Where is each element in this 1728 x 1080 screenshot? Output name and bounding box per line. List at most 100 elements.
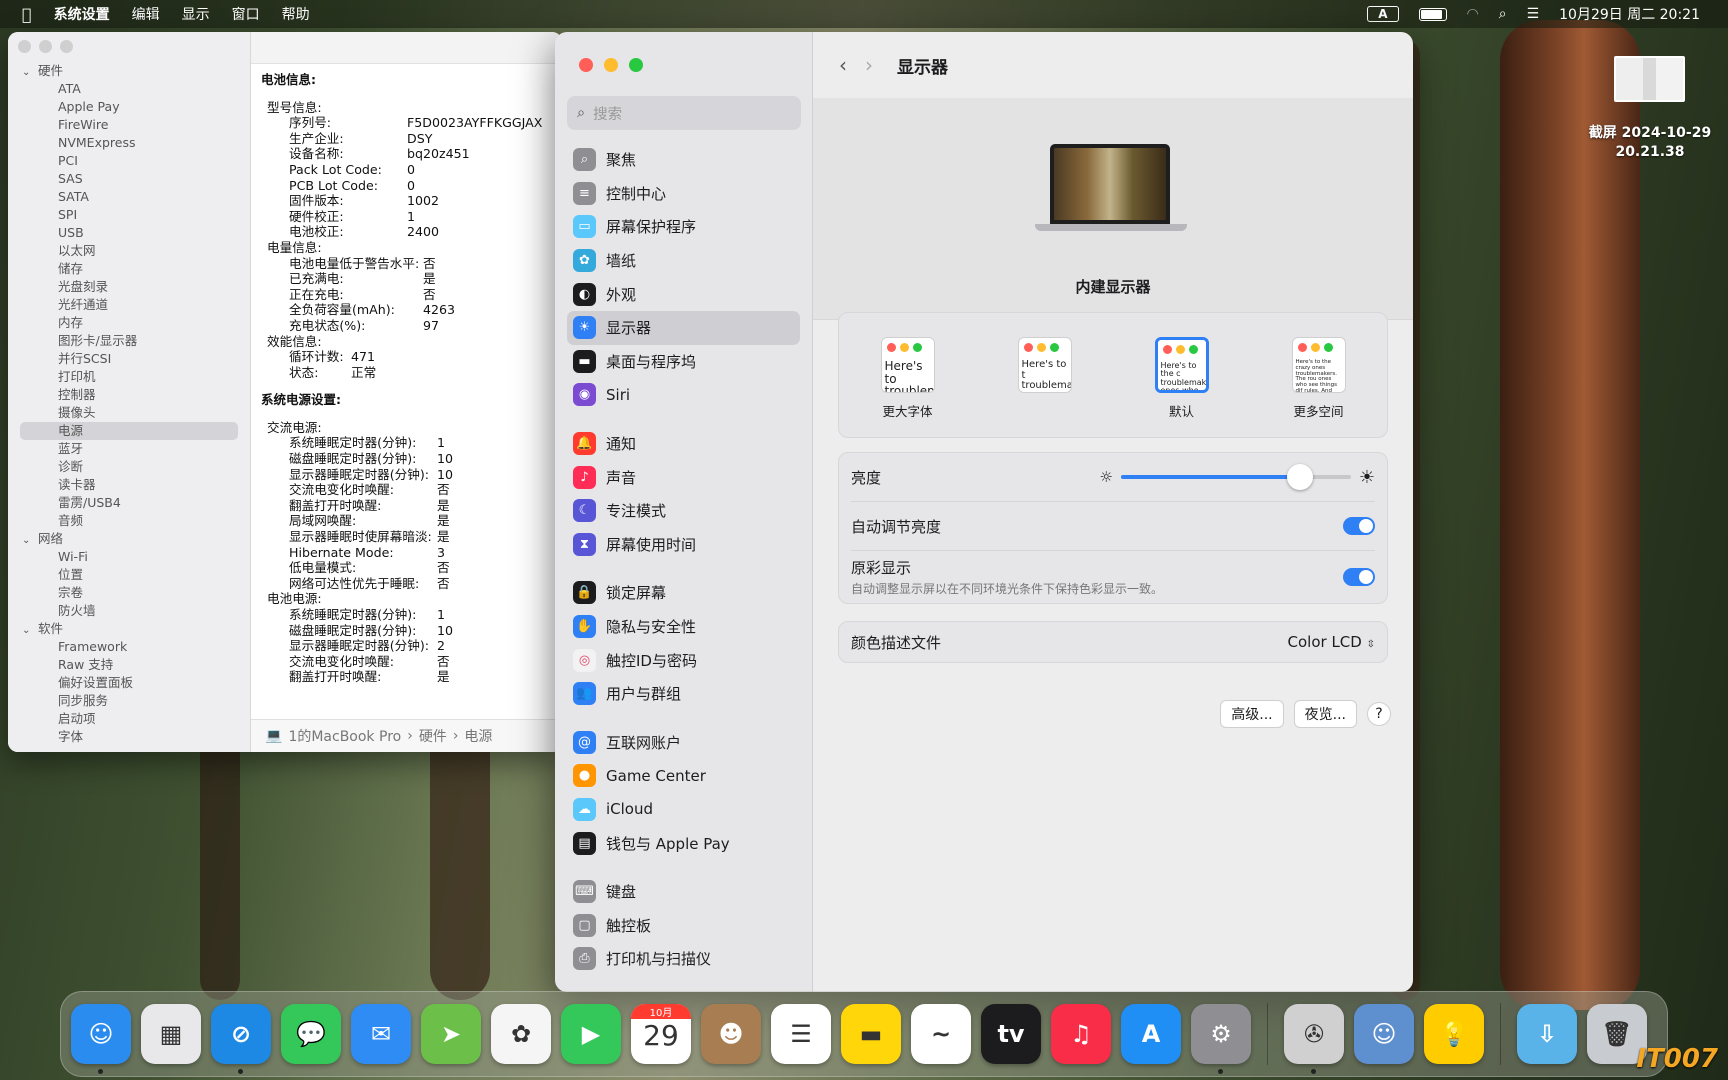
input-source-icon[interactable]: A — [1357, 6, 1408, 22]
tree-item[interactable]: 位置 — [8, 566, 250, 584]
dock-messages-icon[interactable]: 💬 — [281, 1004, 341, 1064]
tree-item[interactable]: USB — [8, 224, 250, 242]
tree-item[interactable]: 摄像头 — [8, 404, 250, 422]
battery-icon[interactable] — [1409, 7, 1457, 21]
tree-item[interactable]: 偏好设置面板 — [8, 674, 250, 692]
zoom-button[interactable] — [629, 58, 643, 72]
tree-item[interactable]: 打印机 — [8, 368, 250, 386]
sidebar-item[interactable]: 🔔 通知 — [567, 427, 800, 461]
tree-item[interactable]: 宗卷 — [8, 584, 250, 602]
tree-item[interactable]: SPI — [8, 206, 250, 224]
sidebar-item[interactable]: ▭ 屏幕保护程序 — [567, 210, 800, 244]
help-button[interactable]: ? — [1367, 702, 1391, 726]
dock-reminders-icon[interactable]: ☰ — [771, 1004, 831, 1064]
resolution-option[interactable]: Here's to t troublema ones who — [985, 337, 1105, 420]
sidebar-item[interactable]: @ 互联网账户 — [567, 726, 800, 760]
sidebar-item[interactable]: ◉ Siri — [567, 378, 800, 412]
sidebar-item[interactable]: ⌕ 聚焦 — [567, 143, 800, 177]
tree-group[interactable]: ⌄ 网络 — [8, 530, 250, 548]
sidebar-item[interactable]: ✋ 隐私与安全性 — [567, 610, 800, 644]
apple-menu-icon[interactable]:  — [0, 5, 43, 24]
resolution-option[interactable]: Here's to the crazy ones troublemakers. … — [1259, 337, 1379, 420]
sidebar-item[interactable]: ⌨ 键盘 — [567, 875, 800, 909]
tree-group[interactable]: ⌄ 软件 — [8, 620, 250, 638]
tree-item[interactable]: SATA — [8, 188, 250, 206]
sidebar-item[interactable]: ▤ 钱包与 Apple Pay — [567, 826, 800, 860]
tree-item[interactable]: 同步服务 — [8, 692, 250, 710]
true-tone-toggle[interactable] — [1343, 568, 1375, 586]
dock-tv-icon[interactable]: tv — [981, 1004, 1041, 1064]
tree-item[interactable]: 防火墙 — [8, 602, 250, 620]
resolution-thumbnail[interactable]: Here's to t troublema ones who — [1017, 337, 1072, 393]
disclosure-icon[interactable]: ⌄ — [22, 532, 38, 550]
sidebar-item[interactable]: ◎ 触控ID与密码 — [567, 643, 800, 677]
tree-item[interactable]: FireWire — [8, 116, 250, 134]
forward-button[interactable]: › — [865, 53, 873, 77]
sidebar-item[interactable]: ⧗ 屏幕使用时间 — [567, 528, 800, 562]
tree-group[interactable]: ⌄ 硬件 — [8, 62, 250, 80]
tree-item[interactable]: SAS — [8, 170, 250, 188]
tree-item[interactable]: Raw 支持 — [8, 656, 250, 674]
tree-item[interactable]: 以太网 — [8, 242, 250, 260]
sidebar-item[interactable]: ✿ 墙纸 — [567, 244, 800, 278]
disclosure-icon[interactable]: ⌄ — [22, 622, 38, 640]
dock-facetime-icon[interactable]: ▶ — [561, 1004, 621, 1064]
slider-knob[interactable] — [1287, 464, 1314, 490]
sidebar-item[interactable]: ☾ 专注模式 — [567, 494, 800, 528]
resolution-option[interactable]: Here's to troublem 更大字体 — [848, 337, 968, 420]
tree-item[interactable]: 光纤通道 — [8, 296, 250, 314]
tree-item[interactable]: 诊断 — [8, 458, 250, 476]
dock-calendar-icon[interactable]: 10月 29 — [631, 1004, 691, 1064]
sidebar-item[interactable]: ● Game Center — [567, 759, 800, 793]
close-button[interactable] — [579, 58, 593, 72]
tree-item[interactable]: 控制器 — [8, 386, 250, 404]
sidebar-item[interactable]: ▢ 触控板 — [567, 908, 800, 942]
sidebar-item[interactable]: ⎙ 打印机与扫描仪 — [567, 942, 800, 976]
tree-item[interactable]: ATA — [8, 80, 250, 98]
dock-app-store-icon[interactable]: A — [1121, 1004, 1181, 1064]
sidebar-item[interactable]: ▬ 桌面与程序坞 — [567, 345, 800, 379]
menu-edit[interactable]: 编辑 — [121, 4, 171, 24]
menu-help[interactable]: 帮助 — [271, 4, 321, 24]
dock-contacts-icon[interactable]: ☻ — [701, 1004, 761, 1064]
sidebar-item[interactable]: 🔒 锁定屏幕 — [567, 576, 800, 610]
minimize-button[interactable] — [604, 58, 618, 72]
tree-item[interactable]: Apple Pay — [8, 98, 250, 116]
tree-item[interactable]: 蓝牙 — [8, 440, 250, 458]
tree-item[interactable]: 雷雳/USB4 — [8, 494, 250, 512]
sidebar-item[interactable]: ☁ iCloud — [567, 793, 800, 827]
dock-maps-icon[interactable]: ➤ — [421, 1004, 481, 1064]
wifi-icon[interactable]: ◠ — [1457, 6, 1489, 22]
auto-brightness-toggle[interactable] — [1343, 517, 1375, 535]
dock-system-information-icon[interactable]: ✇ — [1284, 1004, 1344, 1074]
sidebar-item[interactable]: ◐ 外观 — [567, 277, 800, 311]
sidebar-item[interactable]: ♪ 声音 — [567, 460, 800, 494]
tree-item[interactable]: 启动项 — [8, 710, 250, 728]
dock-music-icon[interactable]: ♫ — [1051, 1004, 1111, 1064]
search-icon[interactable]: ⌕ — [1489, 6, 1517, 22]
minimize-button[interactable] — [39, 40, 52, 53]
resolution-thumbnail[interactable]: Here's to the crazy ones troublemakers. … — [1291, 337, 1346, 393]
back-button[interactable]: ‹ — [839, 53, 847, 77]
tree-item[interactable]: 光盘刻录 — [8, 278, 250, 296]
menu-app-name[interactable]: 系统设置 — [43, 4, 121, 24]
dock-tips-icon[interactable]: 💡 — [1424, 1004, 1484, 1064]
close-button[interactable] — [18, 40, 31, 53]
tree-item[interactable]: 储存 — [8, 260, 250, 278]
sidebar-item[interactable]: ≡ 控制中心 — [567, 177, 800, 211]
sidebar-item[interactable]: 👥 用户与群组 — [567, 677, 800, 711]
brightness-slider[interactable] — [1120, 464, 1351, 490]
advanced-button[interactable]: 高级... — [1220, 700, 1284, 728]
dock-migration-assistant-icon[interactable]: ☺ — [1354, 1004, 1414, 1064]
tree-item[interactable]: 并行SCSI — [8, 350, 250, 368]
dock-notes-icon[interactable]: ▬ — [841, 1004, 901, 1064]
sidebar-item[interactable]: ☀ 显示器 — [567, 310, 800, 345]
dock-finder-icon[interactable]: ☺ — [71, 1004, 131, 1074]
screenshot-file-label[interactable]: 截屏 2024-10-29 20.21.38 — [1580, 124, 1720, 162]
resolution-option[interactable]: Here's to the c troublemakers. ones who … — [1122, 337, 1242, 420]
dock-freeform-icon[interactable]: ~ — [911, 1004, 971, 1064]
tree-item[interactable]: 内存 — [8, 314, 250, 332]
screenshot-file-icon[interactable] — [1614, 56, 1685, 102]
tree-item[interactable]: 电源 — [20, 422, 238, 440]
dock-photos-icon[interactable]: ✿ — [491, 1004, 551, 1064]
